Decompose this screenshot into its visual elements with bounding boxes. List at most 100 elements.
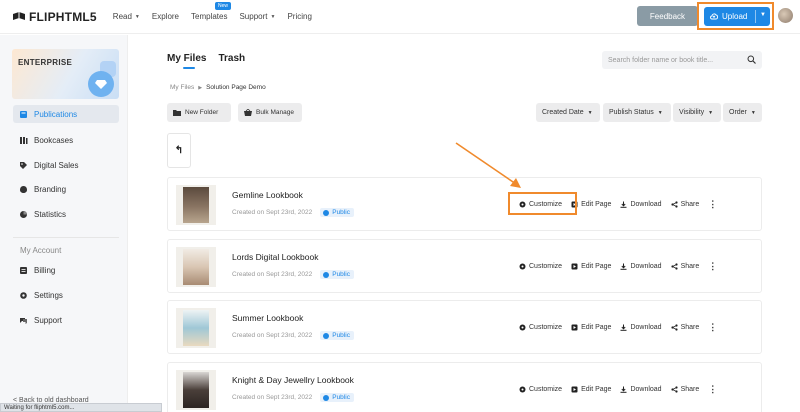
tab-my-files[interactable]: My Files: [167, 53, 206, 69]
bulk-manage-button[interactable]: Bulk Manage: [238, 103, 302, 122]
upload-button[interactable]: Upload ▼: [704, 7, 770, 26]
more-options-icon[interactable]: ⋮: [708, 322, 717, 333]
created-date-filter[interactable]: Created Date ▼: [536, 103, 600, 122]
download-label: Download: [630, 324, 662, 331]
share-icon: [670, 324, 678, 331]
customize-button[interactable]: Customize: [519, 324, 562, 331]
brand-logo[interactable]: FLIPHTML5: [12, 10, 97, 24]
download-button[interactable]: Download: [620, 263, 662, 270]
share-label: Share: [680, 386, 700, 393]
caret-down-icon[interactable]: ▼: [760, 12, 766, 18]
sidebar-item-billing[interactable]: Billing: [13, 261, 119, 279]
new-folder-button[interactable]: New Folder: [167, 103, 231, 122]
sidebar-item-digital-sales[interactable]: Digital Sales: [13, 156, 119, 174]
filter-label: Order: [729, 109, 747, 116]
publication-row[interactable]: Knight & Day Jewellry Lookbook Created o…: [167, 362, 762, 412]
visibility-filter[interactable]: Visibility ▼: [673, 103, 721, 122]
edit-page-button[interactable]: Edit Page: [571, 201, 611, 208]
publish-status-filter[interactable]: Publish Status ▼: [603, 103, 671, 122]
edit-page-label: Edit Page: [581, 263, 612, 270]
enterprise-plan-card[interactable]: ENTERPRISE: [12, 49, 119, 99]
nav-pricing[interactable]: Pricing: [287, 12, 311, 21]
status-badge: Public: [320, 208, 354, 217]
book-cover-image: [183, 187, 209, 223]
customize-label: Customize: [529, 263, 563, 270]
status-label: Public: [332, 332, 350, 339]
share-label: Share: [680, 201, 700, 208]
publication-row[interactable]: Summer Lookbook Created on Sept 23rd, 20…: [167, 300, 762, 354]
sidebar-item-statistics[interactable]: Statistics: [13, 205, 119, 223]
sidebar-item-label: Settings: [34, 290, 63, 300]
more-options-icon[interactable]: ⋮: [708, 384, 717, 395]
more-options-icon[interactable]: ⋮: [708, 261, 717, 272]
avatar[interactable]: [778, 8, 793, 23]
share-button[interactable]: Share: [670, 386, 700, 393]
customize-button[interactable]: Customize: [519, 263, 562, 270]
customize-button[interactable]: Customize: [519, 386, 562, 393]
tab-trash[interactable]: Trash: [218, 53, 245, 64]
bulk-manage-label: Bulk Manage: [256, 109, 294, 116]
nav-support[interactable]: Support ▼: [239, 12, 275, 21]
edit-page-button[interactable]: Edit Page: [571, 324, 611, 331]
sidebar-item-label: Publications: [34, 109, 78, 119]
breadcrumb-current: Solution Page Demo: [206, 84, 266, 91]
book-title[interactable]: Lords Digital Lookbook: [232, 252, 318, 262]
chevron-down-icon: ▼: [270, 13, 276, 20]
share-button[interactable]: Share: [670, 201, 700, 208]
book-thumbnail[interactable]: [176, 247, 216, 287]
download-button[interactable]: Download: [620, 201, 662, 208]
sidebar-item-support[interactable]: Support: [13, 311, 119, 329]
status-label: Public: [332, 394, 350, 401]
nav-templates[interactable]: Templates New: [191, 2, 232, 21]
book-thumbnail[interactable]: [176, 185, 216, 225]
share-button[interactable]: Share: [670, 263, 699, 270]
order-filter[interactable]: Order ▼: [723, 103, 762, 122]
search-input[interactable]: Search folder name or book title...: [602, 51, 762, 69]
sidebar-item-label: Bookcases: [34, 135, 74, 145]
customize-icon: [519, 324, 526, 331]
book-cover-image: [183, 310, 209, 346]
customize-icon: [519, 386, 526, 393]
book-title[interactable]: Gemline Lookbook: [232, 190, 303, 200]
pie-chart-icon: [19, 210, 28, 219]
sidebar-item-settings[interactable]: Settings: [13, 286, 119, 304]
sidebar-item-branding[interactable]: Branding: [13, 180, 119, 198]
nav-explore[interactable]: Explore: [152, 12, 179, 21]
download-button[interactable]: Download: [620, 324, 662, 331]
book-meta: Created on Sept 23rd, 2022 Public: [232, 208, 354, 217]
download-button[interactable]: Download: [620, 386, 662, 393]
back-folder-button[interactable]: ↰: [167, 133, 191, 168]
sidebar-item-label: Statistics: [34, 209, 67, 219]
chevron-down-icon: ▼: [657, 109, 663, 116]
book-thumbnail[interactable]: [176, 370, 216, 410]
edit-page-button[interactable]: Edit Page: [571, 263, 611, 270]
nav-read[interactable]: Read ▼: [113, 12, 140, 21]
globe-icon: [323, 332, 330, 339]
more-options-icon[interactable]: ⋮: [708, 199, 717, 210]
sidebar-divider: [13, 237, 119, 238]
sidebar-item-bookcases[interactable]: Bookcases: [13, 131, 119, 149]
globe-icon: [323, 394, 330, 401]
book-title[interactable]: Summer Lookbook: [232, 313, 303, 323]
edit-icon: [571, 263, 578, 270]
publication-row[interactable]: Lords Digital Lookbook Created on Sept 2…: [167, 239, 762, 293]
book-thumbnail[interactable]: [176, 308, 216, 348]
sidebar-item-publications[interactable]: Publications: [13, 105, 119, 123]
nav-read-label: Read: [112, 12, 132, 21]
branding-icon: [19, 185, 28, 194]
breadcrumb-root[interactable]: My Files: [170, 84, 194, 92]
share-button[interactable]: Share: [670, 324, 700, 331]
breadcrumb: My Files ▶ Solution Page Demo: [170, 84, 266, 92]
plan-label: ENTERPRISE: [18, 58, 73, 67]
new-folder-label: New Folder: [185, 109, 219, 116]
book-cover-image: [183, 249, 209, 285]
feedback-button[interactable]: Feedback: [637, 6, 698, 26]
sidebar: ENTERPRISE Publications Bookcases Digita…: [0, 35, 128, 412]
edit-page-button[interactable]: Edit Page: [571, 386, 611, 393]
nav-explore-label: Explore: [151, 12, 179, 21]
book-title[interactable]: Knight & Day Jewellry Lookbook: [232, 375, 354, 385]
search-icon[interactable]: [747, 55, 756, 64]
filter-label: Visibility: [679, 109, 705, 116]
share-label: Share: [680, 324, 700, 331]
customize-label: Customize: [529, 324, 563, 331]
